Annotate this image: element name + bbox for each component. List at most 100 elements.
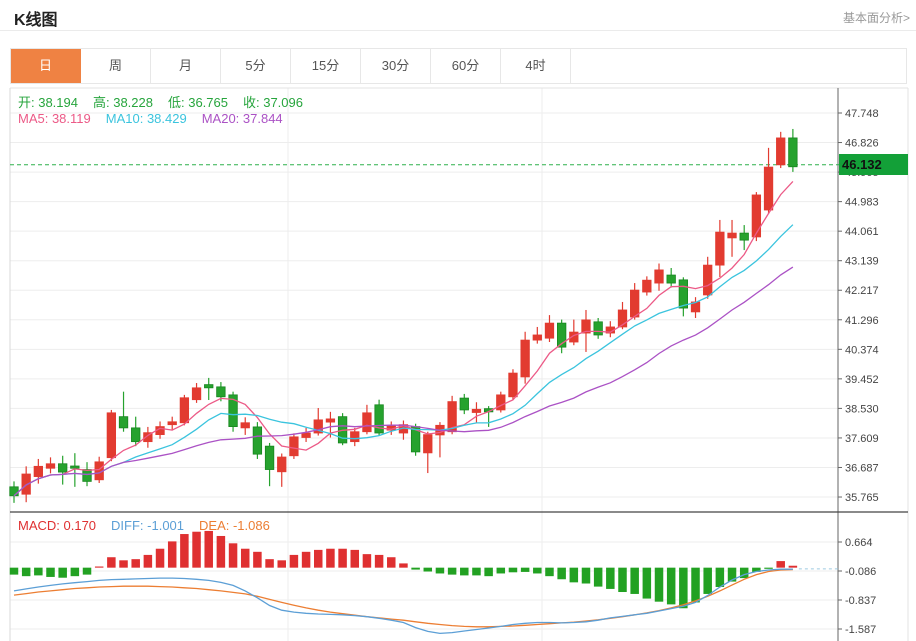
macd-legend: MACD: 0.170 DIFF: -1.001 DEA: -1.086 (18, 518, 285, 533)
candle (764, 167, 773, 210)
candle (107, 413, 116, 458)
macd-bar (46, 568, 55, 577)
macd-bar (22, 568, 31, 577)
macd-bar (10, 568, 19, 575)
macd-legend-diff: DIFF: -1.001 (111, 518, 184, 533)
price-axis-label: 46.826 (845, 138, 879, 150)
macd-bar (570, 568, 579, 583)
candle (460, 398, 469, 410)
candle (740, 233, 749, 240)
candle (351, 432, 360, 442)
price-axis-label: 44.983 (845, 197, 879, 209)
macd-bar (204, 531, 213, 568)
macd-bar (667, 568, 676, 605)
macd-bar (144, 555, 153, 568)
ohlc-legend-low: 低: 36.765 (168, 95, 228, 110)
macd-bar (411, 568, 420, 570)
macd-legend-dea: DEA: -1.086 (199, 518, 270, 533)
macd-bar (533, 568, 542, 574)
price-axis-label: 38.530 (845, 403, 879, 415)
candle (509, 373, 517, 397)
candle (594, 322, 603, 335)
candle (180, 398, 189, 423)
ohlc-legend-close: 收: 37.096 (243, 95, 303, 110)
macd-bar (655, 568, 664, 602)
candle (204, 385, 213, 388)
candle (168, 422, 177, 425)
candle (424, 435, 433, 453)
ohlc-legend-high: 高: 38.228 (93, 95, 153, 110)
candle (472, 409, 481, 412)
candle (776, 138, 785, 165)
macd-bar (180, 534, 189, 568)
candle (265, 446, 274, 469)
macd-bar (83, 568, 92, 575)
macd-bar (351, 550, 360, 568)
candle (58, 464, 67, 472)
ma-legend-ma20: MA20: 37.844 (202, 111, 283, 126)
macd-bar (363, 554, 372, 568)
candle (119, 417, 128, 428)
current-price-badge: 46.132 (839, 154, 908, 175)
macd-bar (253, 552, 262, 568)
macd-bar (277, 560, 286, 567)
ma-legend-ma5: MA5: 38.119 (18, 111, 91, 126)
candle (71, 466, 80, 468)
candle (302, 433, 311, 437)
macd-bar (326, 549, 335, 568)
price-axis-label: 36.687 (845, 462, 879, 474)
candle (241, 423, 250, 428)
candle (10, 487, 19, 496)
macd-bar (241, 549, 250, 568)
candle (46, 464, 55, 468)
macd-bar (679, 568, 688, 609)
ma-legend: MA5: 38.119 MA10: 38.429 MA20: 37.844 (18, 111, 298, 126)
macd-bar (497, 568, 506, 574)
macd-bar (375, 555, 384, 568)
macd-bar (107, 557, 116, 567)
macd-legend-macd: MACD: 0.170 (18, 518, 96, 533)
macd-bar (71, 568, 80, 577)
macd-bar (716, 568, 725, 587)
ohlc-legend: 开: 38.194 高: 38.228 低: 36.765 收: 37.096 (18, 92, 318, 111)
dea-line (14, 570, 793, 627)
price-axis-label: 39.452 (845, 374, 879, 386)
macd-axis-label: 0.664 (845, 537, 873, 549)
macd-bar (290, 555, 299, 568)
candle (290, 437, 299, 456)
candle (703, 265, 712, 295)
candle (363, 413, 372, 432)
macd-bar (387, 557, 396, 567)
macd-bar (618, 568, 627, 592)
candle (655, 270, 664, 283)
price-axis-label: 44.061 (845, 226, 879, 238)
macd-bar (436, 568, 445, 574)
candle (192, 388, 201, 400)
macd-bar (557, 568, 566, 580)
price-axis-label: 43.139 (845, 256, 879, 268)
price-axis-label: 42.217 (845, 285, 879, 297)
macd-bar (509, 568, 517, 573)
macd-axis-label: -0.086 (845, 566, 876, 578)
macd-bar (217, 536, 226, 568)
macd-bar (338, 549, 347, 568)
macd-bar (314, 550, 323, 568)
macd-bar (594, 568, 603, 587)
macd-bar (95, 567, 104, 568)
candle (34, 466, 43, 476)
macd-bar (119, 560, 128, 567)
candle (533, 335, 542, 340)
candle (131, 428, 140, 442)
ma-legend-ma10: MA10: 38.429 (106, 111, 187, 126)
macd-bar (448, 568, 457, 575)
macd-bar (460, 568, 469, 576)
candle (277, 457, 286, 472)
price-axis-label: 37.609 (845, 433, 879, 445)
ohlc-legend-open: 开: 38.194 (18, 95, 78, 110)
macd-bar (424, 568, 433, 572)
macd-bar (582, 568, 591, 584)
macd-bar (229, 543, 238, 567)
macd-bar (521, 568, 530, 572)
candle (83, 470, 92, 482)
ma10-line (14, 225, 793, 496)
